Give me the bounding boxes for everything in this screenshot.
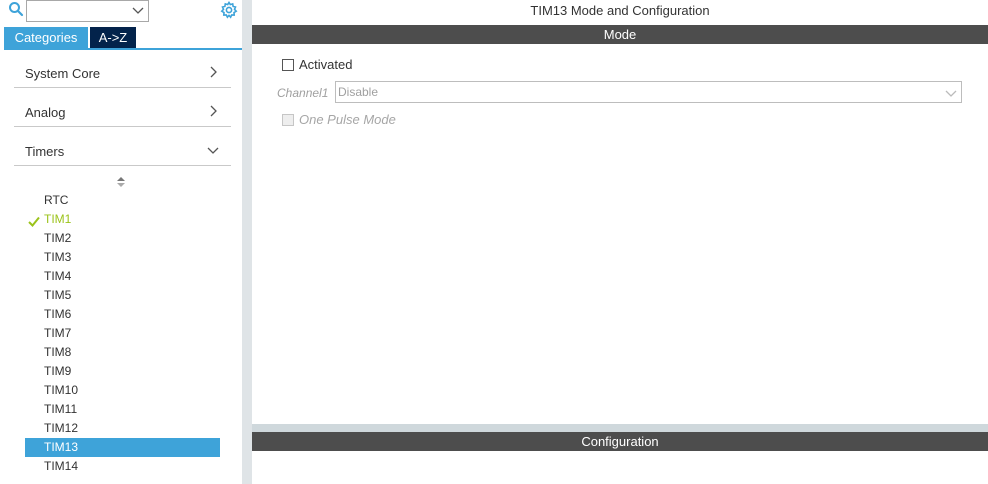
timer-item-label: TIM4 [44,269,72,283]
timer-item-label: TIM5 [44,288,72,302]
timer-item-label: TIM13 [44,440,79,454]
timer-item-tim9[interactable]: TIM9 [25,362,220,381]
timer-item-tim4[interactable]: TIM4 [25,267,220,286]
timer-item-label: RTC [44,193,69,207]
timer-item-label: TIM2 [44,231,72,245]
channel1-select[interactable]: Disable [335,81,962,103]
timer-item-label: TIM10 [44,383,79,397]
chevron-down-icon [945,86,957,100]
chevron-right-icon [207,65,219,79]
timer-item-tim1[interactable]: TIM1 [25,210,220,229]
category-system-core[interactable]: System Core [14,58,231,88]
timer-item-tim10[interactable]: TIM10 [25,381,220,400]
category-label: Analog [25,105,66,120]
page-title: TIM13 Mode and Configuration [530,3,710,18]
timer-list: RTC TIM1 TIM2 TIM3 TIM4 TIM5 TIM6 TIM7 TIM8 TIM9 T… [25,191,220,476]
chevron-right-icon [207,104,219,118]
timer-item-tim13[interactable]: TIM13 [25,438,220,457]
timer-item-label: TIM7 [44,326,72,340]
mode-configuration-panel: TIM13 Mode and Configuration Mode Activa… [252,0,988,484]
tab-underline [4,48,242,50]
timer-item-tim12[interactable]: TIM12 [25,419,220,438]
timer-item-label: TIM8 [44,345,72,359]
sort-icon[interactable] [116,176,126,188]
panel-splitter[interactable] [242,0,252,484]
timer-item-label: TIM3 [44,250,72,264]
activated-label[interactable]: Activated [299,57,352,72]
timer-item-tim3[interactable]: TIM3 [25,248,220,267]
timer-item-label: TIM11 [44,402,78,416]
tab-categories[interactable]: Categories [4,27,88,48]
checkmark-icon [28,214,40,227]
gear-icon[interactable] [220,0,238,19]
categories-panel: Categories A->Z System Core Analog Timer… [0,0,242,484]
chevron-down-icon[interactable] [132,3,144,17]
timer-item-tim7[interactable]: TIM7 [25,324,220,343]
timer-item-tim2[interactable]: TIM2 [25,229,220,248]
timer-item-tim14[interactable]: TIM14 [25,457,220,476]
timer-item-rtc[interactable]: RTC [25,191,220,210]
mode-section-header: Mode [252,25,988,44]
timer-item-label: TIM12 [44,421,79,435]
chevron-down-icon [207,143,219,157]
one-pulse-mode-checkbox[interactable] [282,114,294,126]
timer-item-tim8[interactable]: TIM8 [25,343,220,362]
search-icon[interactable] [8,1,24,17]
activated-checkbox[interactable] [282,59,294,71]
channel1-value: Disable [338,85,379,99]
channel1-label: Channel1 [277,86,329,100]
category-label: System Core [25,66,101,81]
timer-item-tim11[interactable]: TIM11 [25,400,220,419]
section-divider[interactable] [252,424,988,432]
search-input[interactable] [26,0,149,22]
timer-item-label: TIM6 [44,307,72,321]
category-timers[interactable]: Timers [14,136,231,166]
tab-a-to-z[interactable]: A->Z [90,27,136,48]
category-tabs: Categories A->Z [4,27,136,49]
timer-item-label: TIM14 [44,459,79,473]
timer-item-label: TIM1 [44,212,72,226]
timer-item-label: TIM9 [44,364,72,378]
timer-item-tim5[interactable]: TIM5 [25,286,220,305]
category-label: Timers [25,144,65,159]
configuration-section-header: Configuration [252,432,988,451]
timer-item-tim6[interactable]: TIM6 [25,305,220,324]
category-analog[interactable]: Analog [14,97,231,127]
one-pulse-mode-label: One Pulse Mode [299,112,396,127]
